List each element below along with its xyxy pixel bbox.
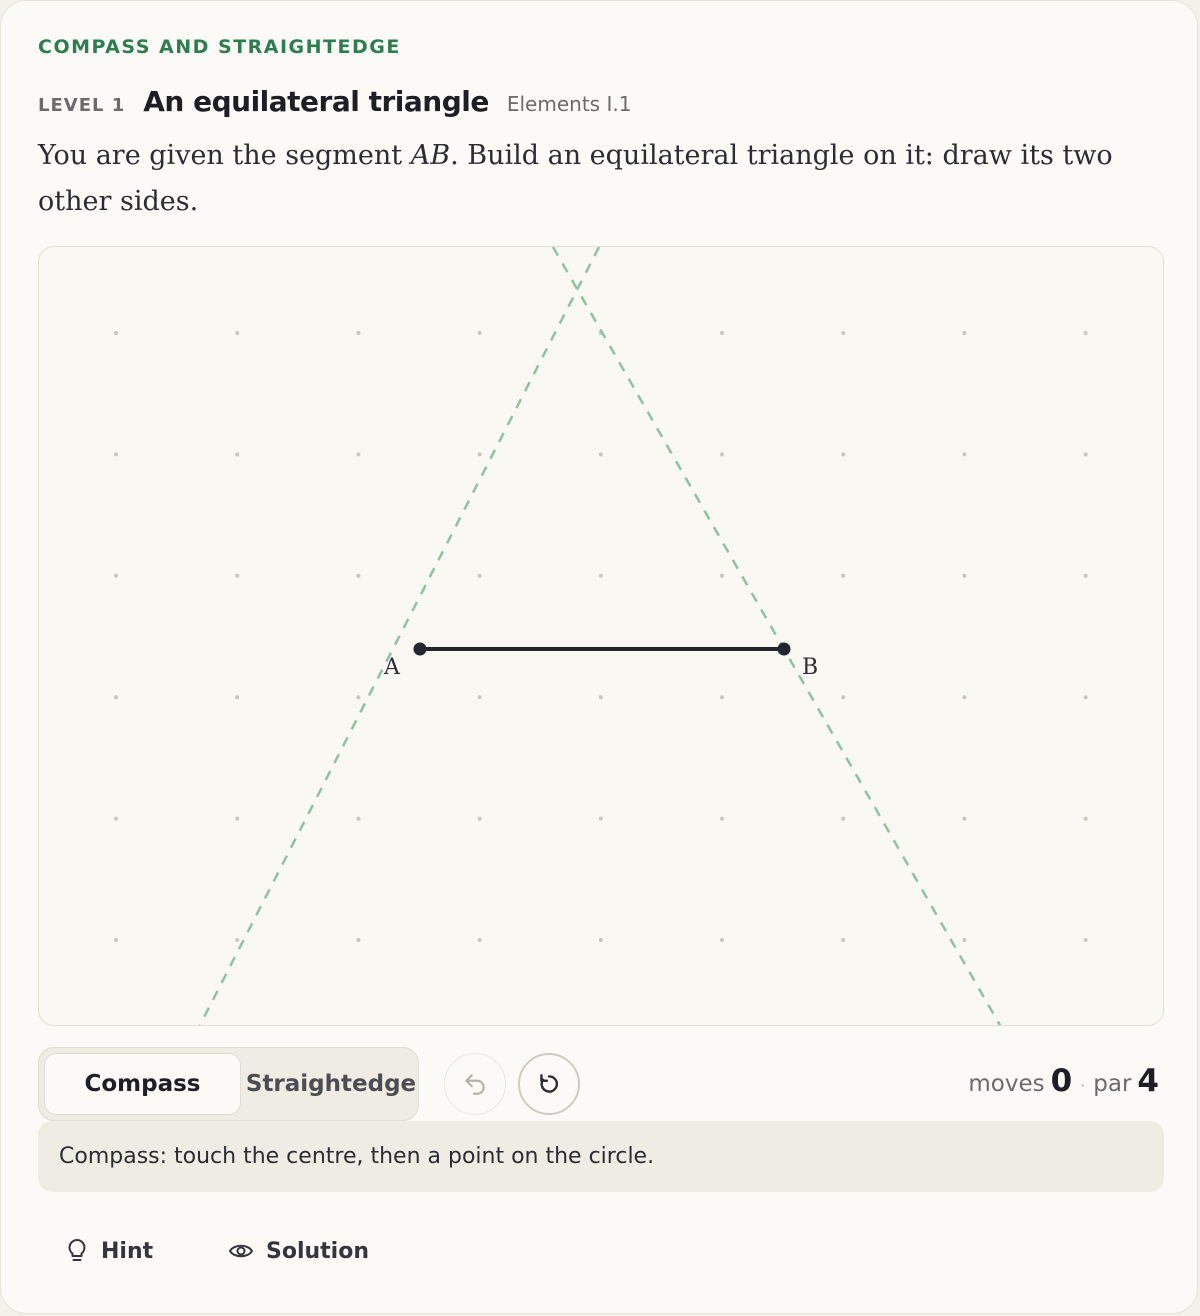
grid-dot[interactable] (477, 695, 482, 700)
solution-button[interactable]: Solution (228, 1229, 369, 1273)
grid-dot[interactable] (477, 331, 482, 335)
grid-dot[interactable] (962, 331, 967, 335)
grid-dot[interactable] (235, 816, 240, 821)
grid-dot[interactable] (114, 816, 118, 821)
level-title: An equilateral triangle (143, 85, 489, 118)
guide-line-left (198, 247, 601, 1025)
grid-dot[interactable] (1083, 573, 1088, 578)
grid-dot[interactable] (1083, 816, 1088, 821)
grid-dot[interactable] (114, 938, 118, 942)
grid-dot[interactable] (841, 331, 846, 335)
grid-dot[interactable] (1083, 331, 1088, 335)
grid-dot[interactable] (1083, 938, 1088, 942)
grid-dot[interactable] (114, 452, 118, 457)
grid-dot[interactable] (235, 331, 240, 335)
moves-label: moves (968, 1071, 1045, 1097)
lightbulb-icon (68, 1239, 86, 1261)
status-message: Compass: touch the centre, then a point … (38, 1121, 1164, 1192)
grid-dot[interactable] (1083, 452, 1088, 457)
level-prompt: You are given the segment AB. Build an e… (38, 133, 1168, 225)
grid-dot[interactable] (720, 331, 724, 335)
grid-dot[interactable] (356, 695, 361, 700)
grid-dot[interactable] (114, 331, 118, 335)
hint-button[interactable]: Hint (65, 1229, 153, 1273)
grid-dot[interactable] (841, 938, 846, 942)
grid-dot[interactable] (841, 573, 846, 578)
grid-dot[interactable] (598, 938, 603, 942)
board-canvas[interactable]: A B (39, 247, 1164, 1026)
grid-dot[interactable] (598, 816, 603, 821)
grid-dot[interactable] (962, 938, 967, 942)
grid-dot[interactable] (720, 938, 724, 942)
grid-dot[interactable] (235, 573, 240, 578)
grid-dot[interactable] (962, 695, 967, 700)
grid-dot[interactable] (598, 452, 603, 457)
tool-selector: Compass Straightedge (38, 1047, 419, 1121)
eye-icon (229, 1244, 253, 1258)
grid-dot[interactable] (477, 816, 482, 821)
grid-dot[interactable] (720, 452, 724, 457)
undo-icon (465, 1074, 485, 1095)
grid-dot[interactable] (114, 573, 118, 578)
par-label: par (1093, 1071, 1132, 1097)
grid-dot[interactable] (1083, 695, 1088, 700)
prompt-text-before: You are given the segment (38, 140, 411, 171)
grid-dot[interactable] (356, 573, 361, 578)
grid-dot[interactable] (356, 331, 361, 335)
grid-dot[interactable] (356, 938, 361, 942)
level-number: LEVEL 1 (38, 95, 126, 116)
grid-dot[interactable] (962, 816, 967, 821)
reset-button[interactable] (518, 1053, 580, 1115)
straightedge-tool-button[interactable]: Straightedge (246, 1053, 416, 1115)
level-card: COMPASS AND STRAIGHTEDGE LEVEL 1 An equi… (0, 0, 1198, 1314)
level-header: LEVEL 1 An equilateral triangle Elements… (38, 85, 631, 125)
grid-dot[interactable] (477, 938, 482, 942)
grid-dot[interactable] (477, 452, 482, 457)
grid-dot[interactable] (962, 452, 967, 457)
par-value: 4 (1137, 1063, 1159, 1099)
score-separator: · (1080, 1076, 1086, 1095)
prompt-math: AB (410, 140, 451, 171)
grid-dot[interactable] (235, 938, 240, 942)
grid-dot[interactable] (235, 452, 240, 457)
point-a-label: A (383, 655, 401, 680)
undo-button[interactable] (444, 1053, 506, 1115)
hint-label: Hint (101, 1238, 154, 1264)
grid-dot[interactable] (598, 695, 603, 700)
grid-dot[interactable] (598, 573, 603, 578)
grid-dot[interactable] (841, 816, 846, 821)
grid-dots (114, 331, 1088, 942)
grid-dot[interactable] (356, 816, 361, 821)
level-reference: Elements I.1 (506, 92, 632, 116)
grid-dot[interactable] (720, 573, 724, 578)
point-a[interactable] (413, 642, 427, 656)
point-b[interactable] (777, 642, 791, 656)
compass-tool-button[interactable]: Compass (44, 1053, 241, 1115)
solution-label: Solution (266, 1238, 369, 1264)
grid-dot[interactable] (962, 573, 967, 578)
reset-icon (540, 1074, 558, 1093)
grid-dot[interactable] (720, 816, 724, 821)
grid-dot[interactable] (720, 695, 724, 700)
point-b-label: B (802, 655, 818, 680)
grid-dot[interactable] (841, 695, 846, 700)
score-display: moves 0 · par 4 (968, 1063, 1159, 1099)
grid-dot[interactable] (356, 452, 361, 457)
grid-dot[interactable] (477, 573, 482, 578)
grid-dot[interactable] (235, 695, 240, 700)
grid-dot[interactable] (114, 695, 118, 700)
game-title: COMPASS AND STRAIGHTEDGE (38, 36, 401, 58)
guide-line-right (551, 247, 1002, 1025)
moves-value: 0 (1050, 1063, 1073, 1099)
grid-dot[interactable] (841, 452, 846, 457)
construction-board[interactable]: A B (38, 246, 1164, 1026)
